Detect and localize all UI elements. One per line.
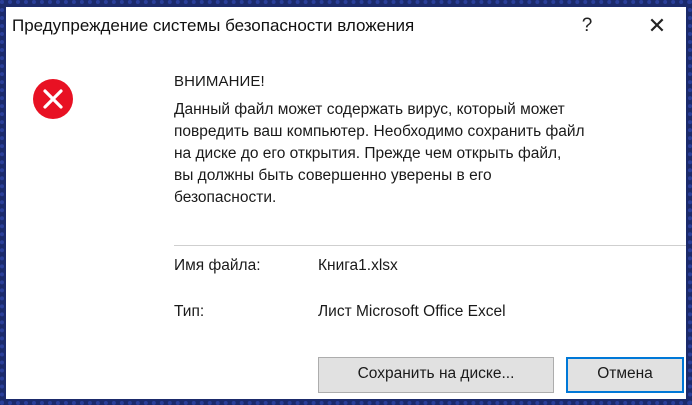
cancel-button[interactable]: Отмена (566, 357, 684, 393)
close-button[interactable]: ✕ (634, 11, 680, 41)
message-line: на диске до его открытия. Прежде чем отк… (174, 145, 562, 162)
security-warning-dialog: Предупреждение системы безопасности влож… (6, 7, 686, 399)
type-label: Тип: (174, 303, 205, 320)
help-icon: ? (581, 15, 593, 36)
message-line: повредить ваш компьютер. Необходимо сохр… (174, 123, 585, 140)
help-button[interactable]: ? (569, 11, 605, 41)
error-icon (33, 79, 73, 119)
save-to-disk-button[interactable]: Сохранить на диске... (318, 357, 554, 393)
warning-heading: ВНИМАНИЕ! (174, 73, 265, 90)
filename-label: Имя файла: (174, 257, 261, 274)
dialog-title: Предупреждение системы безопасности влож… (12, 16, 415, 35)
title-bar: Предупреждение системы безопасности влож… (6, 7, 686, 47)
filename-value: Книга1.xlsx (318, 257, 398, 274)
divider (174, 245, 686, 246)
message-line: вы должны быть совершенно уверены в его (174, 167, 492, 184)
message-line: безопасности. (174, 189, 277, 206)
type-value: Лист Microsoft Office Excel (318, 303, 506, 320)
message-line: Данный файл может содержать вирус, котор… (174, 101, 565, 118)
close-icon: ✕ (647, 13, 667, 38)
warning-message: Данный файл может содержать вирус, котор… (174, 99, 692, 209)
